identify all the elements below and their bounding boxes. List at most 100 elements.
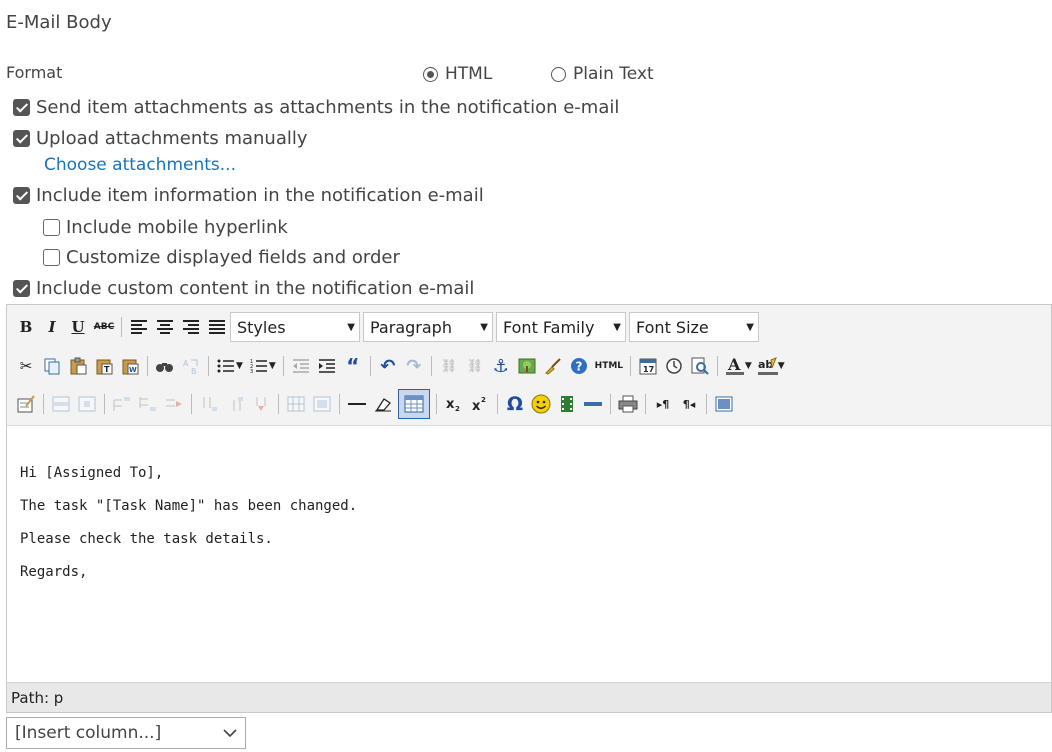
format-radio-plain-text[interactable]: Plain Text (551, 64, 654, 84)
insert-col-after-icon[interactable] (224, 393, 246, 415)
text-color-icon[interactable]: A (724, 355, 746, 377)
chevron-down-icon[interactable]: ▼ (269, 361, 276, 371)
highlight-color-icon[interactable]: ab (757, 355, 779, 377)
emoticon-icon[interactable] (530, 393, 552, 415)
split-cells-icon[interactable] (285, 393, 307, 415)
checkbox-empty-icon[interactable] (43, 219, 60, 236)
numbered-list-icon[interactable]: 123 (248, 355, 270, 377)
delete-col-icon[interactable] (250, 393, 272, 415)
font-family-dropdown[interactable]: Font Family ▼ (496, 312, 626, 342)
paragraph-format-dropdown[interactable]: Paragraph ▼ (363, 312, 493, 342)
unlink-icon[interactable]: ⛓ (464, 355, 486, 377)
checkbox-checked-icon[interactable] (13, 187, 30, 204)
italic-button[interactable]: I (41, 316, 63, 338)
font-size-dropdown[interactable]: Font Size ▼ (629, 312, 759, 342)
checkbox-checked-icon[interactable] (13, 130, 30, 147)
copy-icon[interactable] (41, 355, 63, 377)
checkbox-checked-icon[interactable] (13, 99, 30, 116)
toolbar-separator (716, 356, 718, 376)
chevron-down-icon[interactable]: ▼ (745, 361, 752, 371)
subscript-icon[interactable]: x2 (443, 393, 465, 415)
email-body-line: The task "[Task Name]" has been changed. (20, 498, 358, 514)
insert-row-after-icon[interactable] (137, 393, 159, 415)
eraser-icon[interactable] (372, 393, 394, 415)
strikethrough-button[interactable]: ABC (93, 316, 115, 338)
toolbar-separator (436, 394, 437, 414)
align-center-icon[interactable] (154, 316, 176, 338)
indent-icon[interactable] (316, 355, 338, 377)
insert-column-select[interactable]: [Insert column...] (6, 717, 246, 749)
customize-fields-option[interactable]: Customize displayed fields and order (43, 247, 400, 268)
html-source-button[interactable]: HTML (594, 355, 624, 377)
media-icon[interactable] (556, 393, 578, 415)
chevron-down-icon[interactable]: ▼ (778, 361, 785, 371)
superscript-icon[interactable]: x2 (469, 393, 491, 415)
svg-text:A: A (183, 359, 189, 368)
horizontal-rule-icon[interactable] (346, 393, 368, 415)
preview-icon[interactable] (689, 355, 711, 377)
toolbar-separator (610, 394, 611, 414)
checkbox-empty-icon[interactable] (43, 249, 60, 266)
editor-content-area[interactable]: Hi [Assigned To], The task "[Task Name]"… (20, 465, 357, 597)
editor-path-statusbar: Path: p (7, 682, 1051, 712)
table-row-props-icon[interactable] (50, 393, 72, 415)
anchor-icon[interactable]: ⚓ (490, 355, 512, 377)
checkbox-checked-icon[interactable] (13, 280, 30, 297)
rtl-direction-icon[interactable]: ¶◂ (678, 393, 700, 415)
align-left-icon[interactable] (128, 316, 150, 338)
radio-empty-icon[interactable] (551, 66, 566, 82)
insert-col-before-icon[interactable] (198, 393, 220, 415)
redo-icon[interactable]: ↷ (403, 355, 425, 377)
ltr-direction-icon[interactable]: ▸¶ (652, 393, 674, 415)
toolbar-separator (497, 394, 498, 414)
insert-row-before-icon[interactable] (111, 393, 133, 415)
send-attachments-option[interactable]: Send item attachments as attachments in … (13, 97, 619, 118)
link-icon[interactable]: ⛓ (438, 355, 460, 377)
include-item-info-option[interactable]: Include item information in the notifica… (13, 185, 484, 206)
outdent-icon[interactable] (290, 355, 312, 377)
align-justify-icon[interactable] (206, 316, 228, 338)
styles-dropdown[interactable]: Styles ▼ (230, 312, 360, 342)
format-radio-html[interactable]: HTML (423, 64, 492, 84)
include-mobile-link-option[interactable]: Include mobile hyperlink (43, 217, 288, 238)
svg-text:17: 17 (643, 365, 654, 374)
blockquote-icon[interactable]: “ (342, 354, 364, 378)
replace-icon[interactable]: AB (180, 355, 202, 377)
merge-cells-icon[interactable] (311, 393, 333, 415)
delete-row-icon[interactable] (163, 393, 185, 415)
fullscreen-icon[interactable] (713, 393, 735, 415)
upload-manually-option[interactable]: Upload attachments manually (13, 128, 308, 149)
underline-button[interactable]: U (67, 316, 89, 338)
bullet-list-icon[interactable] (215, 355, 237, 377)
include-custom-content-option[interactable]: Include custom content in the notificati… (13, 278, 474, 299)
cleanup-icon[interactable] (542, 355, 564, 377)
special-char-icon[interactable]: Ω (504, 393, 526, 415)
insert-table-icon[interactable] (398, 389, 430, 419)
styles-dropdown-value: Styles (237, 317, 286, 337)
undo-icon[interactable]: ↶ (377, 355, 399, 377)
svg-text:2: 2 (455, 405, 460, 412)
paste-icon[interactable] (67, 355, 89, 377)
paste-text-icon[interactable]: T (93, 355, 115, 377)
find-icon[interactable] (154, 355, 176, 377)
help-icon[interactable]: ? (568, 355, 590, 377)
align-right-icon[interactable] (180, 316, 202, 338)
bold-button[interactable]: B (15, 316, 37, 338)
insert-column-value: [Insert column...] (15, 723, 162, 743)
table-cell-props-icon[interactable] (76, 393, 98, 415)
horizontal-line-icon[interactable] (582, 393, 604, 415)
toolbar-separator (706, 394, 707, 414)
cut-icon[interactable]: ✂ (15, 355, 37, 377)
svg-text:B: B (191, 367, 197, 375)
rich-text-editor: B I U ABC Styles ▼ Paragraph ▼ Font Fami… (6, 304, 1052, 713)
paste-word-icon[interactable]: W (119, 355, 141, 377)
radio-selected-icon[interactable] (423, 66, 438, 82)
toolbar-separator (191, 394, 192, 414)
insert-time-icon[interactable] (663, 355, 685, 377)
chevron-down-icon[interactable]: ▼ (236, 361, 243, 371)
choose-attachments-link[interactable]: Choose attachments... (44, 155, 236, 175)
image-icon[interactable] (516, 355, 538, 377)
print-icon[interactable] (617, 393, 639, 415)
form-edit-icon[interactable] (15, 393, 37, 415)
insert-date-icon[interactable]: 17 (637, 355, 659, 377)
